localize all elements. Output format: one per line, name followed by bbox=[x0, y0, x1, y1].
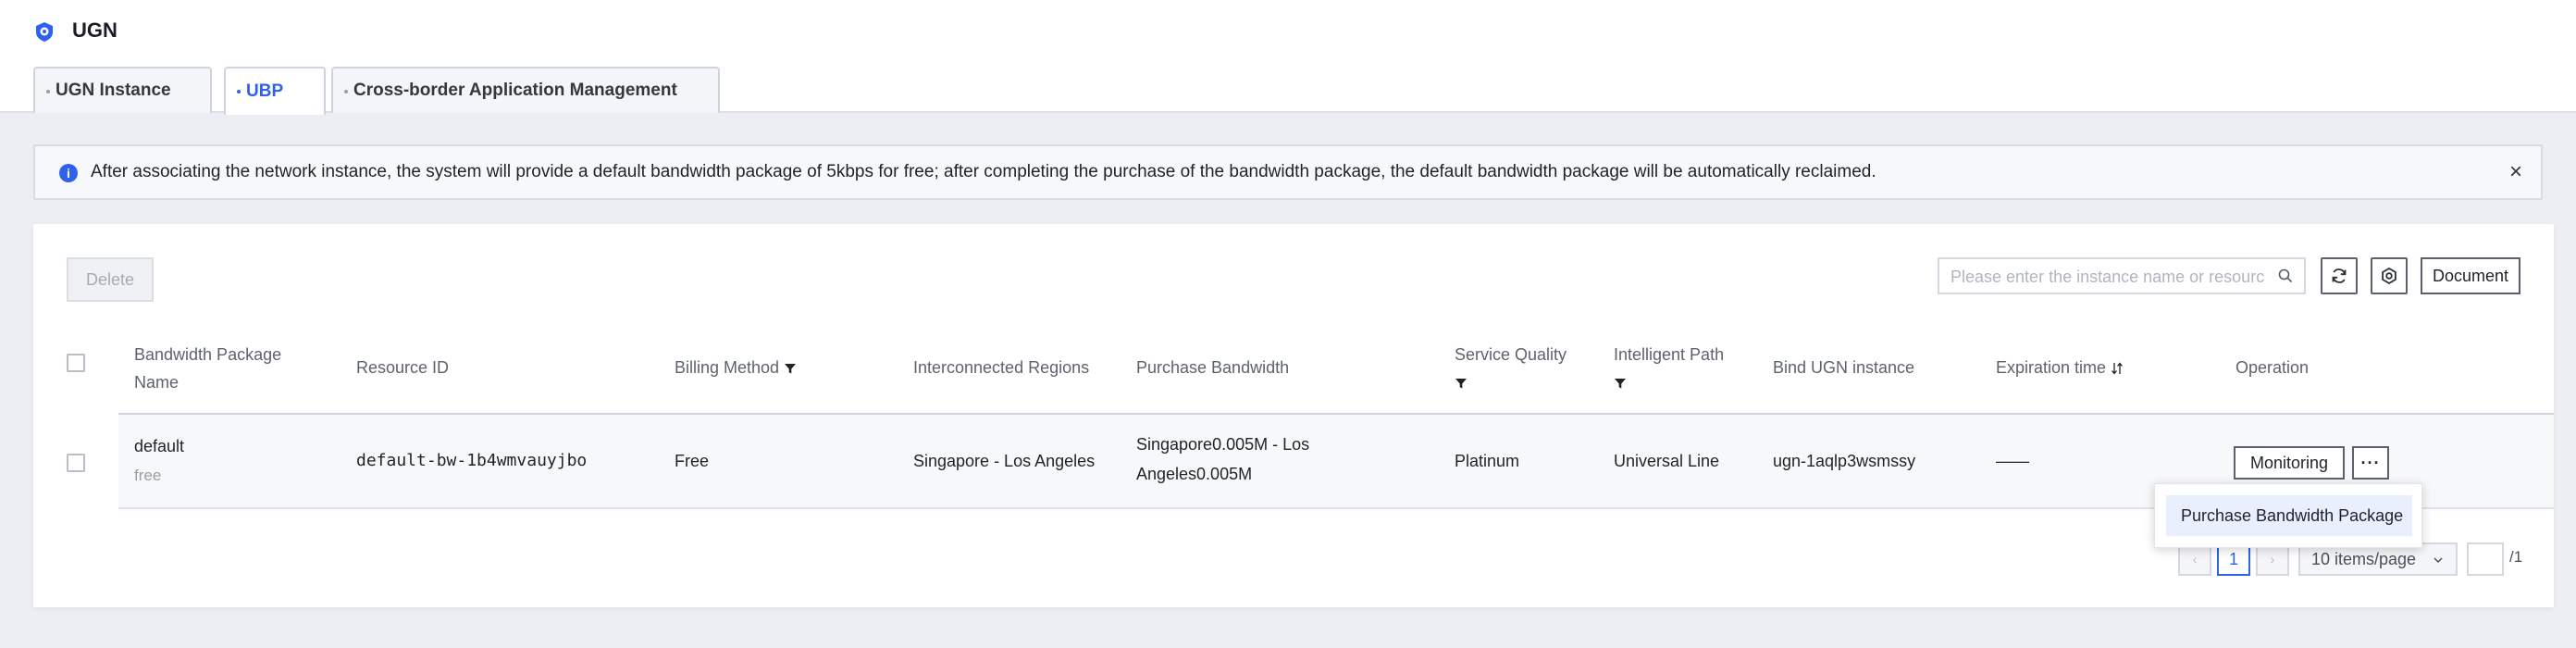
cell-service-quality: Platinum bbox=[1455, 452, 1520, 470]
col-header-intelligent-path[interactable]: Intelligent Path bbox=[1614, 341, 1724, 396]
cell-name: default free bbox=[134, 431, 184, 491]
refresh-button[interactable] bbox=[2321, 257, 2358, 294]
chevron-down-icon bbox=[2434, 557, 2443, 564]
col-header-name-line1: Bandwidth Package bbox=[134, 345, 282, 364]
col-header-expiration[interactable]: Expiration time bbox=[1996, 354, 2124, 381]
col-header-purchase-bandwidth: Purchase Bandwidth bbox=[1136, 358, 1290, 377]
bandwidth-line1: Singapore0.005M - Los bbox=[1136, 435, 1310, 454]
monitoring-button[interactable]: Monitoring bbox=[2234, 446, 2345, 480]
filter-icon[interactable] bbox=[784, 362, 797, 375]
col-header-billing-method-label: Billing Method bbox=[675, 358, 780, 377]
page-size-value: 10 items/page bbox=[2311, 550, 2417, 568]
tab-cross-border-app-management[interactable]: Cross-border Application Management bbox=[331, 67, 720, 113]
col-header-intelligent-path-label: Intelligent Path bbox=[1614, 345, 1725, 364]
cell-resource-id: default-bw-1b4wmvauyjbo bbox=[356, 451, 588, 470]
tab-dot bbox=[46, 90, 50, 93]
col-header-resource-id: Resource ID bbox=[356, 358, 450, 377]
info-icon: i bbox=[59, 164, 78, 182]
col-header-name-line2: Name bbox=[134, 373, 180, 392]
bandwidth-package-panel: Delete Document Bandwidth Package Name R… bbox=[33, 224, 2554, 607]
filter-icon[interactable] bbox=[1614, 377, 1627, 390]
tab-label: UBP bbox=[246, 81, 284, 101]
col-header-expiration-label: Expiration time bbox=[1996, 358, 2107, 377]
page-header: UGN UGN Instance UBP Cross-border Applic… bbox=[0, 0, 2576, 115]
more-actions-button[interactable]: ··· bbox=[2352, 446, 2389, 480]
search-box bbox=[1938, 257, 2306, 294]
row-checkbox[interactable] bbox=[67, 454, 85, 472]
cloud-shield-icon bbox=[36, 22, 53, 42]
purchase-bandwidth-package-item[interactable]: Purchase Bandwidth Package bbox=[2166, 495, 2412, 536]
col-header-service-quality[interactable]: Service Quality bbox=[1455, 341, 1567, 396]
info-alert: i After associating the network instance… bbox=[33, 144, 2543, 200]
select-all-checkbox[interactable] bbox=[67, 354, 85, 372]
bandwidth-line2: Angeles0.005M bbox=[1136, 465, 1253, 483]
col-header-billing-method[interactable]: Billing Method bbox=[675, 354, 797, 381]
col-header-service-quality-label: Service Quality bbox=[1455, 345, 1567, 364]
package-name-remark: free bbox=[134, 467, 162, 484]
tab-ubp[interactable]: UBP bbox=[224, 67, 326, 115]
tab-label: Cross-border Application Management bbox=[353, 81, 677, 100]
refresh-icon bbox=[2332, 268, 2347, 283]
cell-expiration: —— bbox=[1996, 452, 2029, 470]
cell-intelligent-path: Universal Line bbox=[1614, 452, 1720, 470]
tab-dot bbox=[237, 90, 241, 93]
page-title: UGN bbox=[72, 19, 118, 42]
settings-button[interactable] bbox=[2371, 257, 2408, 294]
delete-button[interactable]: Delete bbox=[67, 257, 154, 302]
page-jump-input[interactable] bbox=[2467, 542, 2504, 576]
cell-billing-method: Free bbox=[675, 452, 710, 470]
document-button[interactable]: Document bbox=[2421, 257, 2520, 294]
col-header-operation: Operation bbox=[2235, 358, 2310, 377]
sort-icon[interactable] bbox=[2111, 362, 2124, 375]
more-actions-dropdown: Purchase Bandwidth Package bbox=[2154, 483, 2422, 548]
tab-label: UGN Instance bbox=[56, 81, 171, 100]
package-name: default bbox=[134, 437, 185, 455]
search-input[interactable] bbox=[1951, 267, 2265, 287]
cell-bind-ugn: ugn-1aqlp3wsmssy bbox=[1773, 452, 1916, 470]
col-header-regions: Interconnected Regions bbox=[913, 358, 1090, 377]
total-pages: /1 bbox=[2509, 548, 2523, 566]
close-icon[interactable]: × bbox=[2509, 159, 2522, 185]
cell-purchase-bandwidth: Singapore0.005M - Los Angeles0.005M bbox=[1136, 430, 1309, 489]
search-icon[interactable] bbox=[2278, 268, 2293, 283]
tab-dot bbox=[344, 90, 348, 93]
tab-ugn-instance[interactable]: UGN Instance bbox=[33, 67, 212, 113]
col-header-name[interactable]: Bandwidth Package Name bbox=[134, 341, 281, 396]
cell-regions: Singapore - Los Angeles bbox=[913, 452, 1096, 470]
filter-icon[interactable] bbox=[1455, 377, 1468, 390]
gear-icon bbox=[2382, 267, 2396, 285]
alert-text: After associating the network instance, … bbox=[91, 162, 1876, 181]
col-header-bind-ugn: Bind UGN instance bbox=[1773, 358, 1915, 377]
